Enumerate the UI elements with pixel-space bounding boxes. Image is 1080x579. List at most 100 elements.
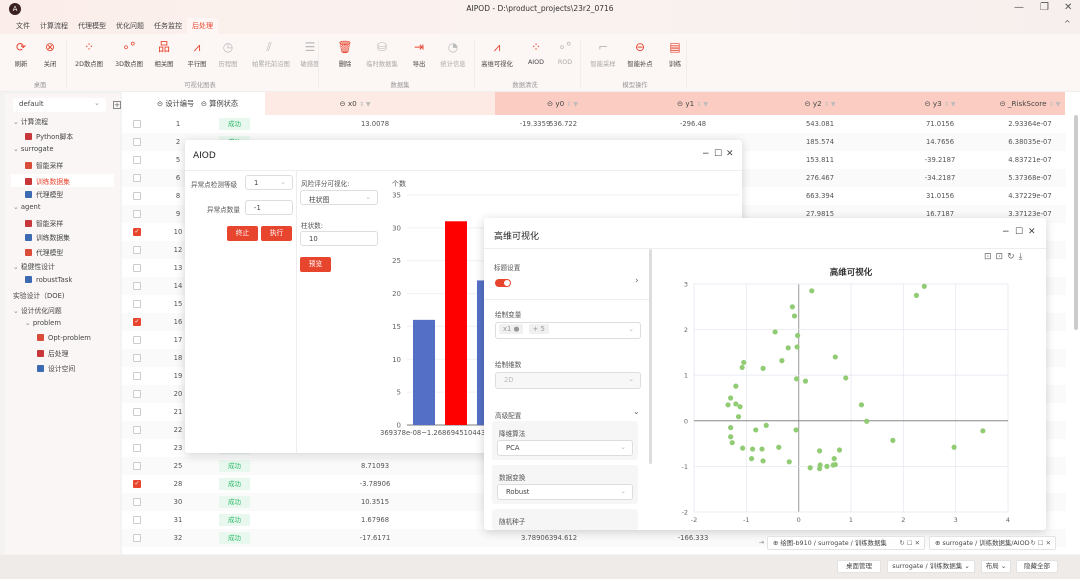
row-checkbox[interactable]: ✓ — [133, 228, 141, 236]
tree-item[interactable]: 后处理 — [37, 348, 68, 358]
zoom-reset-icon[interactable]: ⊡ — [996, 252, 1008, 262]
scatter2d-button[interactable]: ⁘ 2D散点图 — [72, 40, 106, 68]
count-input[interactable]: -1 — [245, 200, 293, 215]
dims-select[interactable]: 2D ⌄ — [495, 372, 641, 389]
menu-optimization[interactable]: 优化问题 — [116, 21, 144, 31]
collapse-tabs-icon[interactable]: ⇥ — [759, 539, 764, 546]
tree-item[interactable]: 智能采样 — [25, 160, 63, 170]
row-checkbox[interactable] — [133, 300, 141, 308]
parallel-button[interactable]: ⩘ 平行图 — [180, 40, 214, 68]
sort-icon[interactable]: ⇕ ▼ — [359, 101, 371, 108]
minimize-icon[interactable]: − — [702, 149, 710, 159]
bins-input[interactable]: 10 — [300, 231, 378, 246]
tree-item[interactable]: 智能采样 — [25, 218, 63, 228]
expand-chevron-icon[interactable]: ⌄ — [13, 118, 21, 126]
menu-workflow[interactable]: 计算流程 — [40, 21, 68, 31]
menu-surrogate[interactable]: 代理模型 — [78, 21, 106, 31]
correlation-button[interactable]: 品相关图 — [147, 40, 181, 68]
tree-item[interactable]: robustTask — [25, 275, 72, 284]
tree-item[interactable]: ⌄ agent — [13, 203, 41, 211]
window-tab-aiod[interactable]: ⊕ surrogate / 训练数据集/AIOD ↻ ☐ ✕ — [929, 536, 1056, 550]
tree-item[interactable]: ⌄ 稳健性设计 — [13, 261, 55, 271]
row-checkbox[interactable] — [133, 336, 141, 344]
maximize-button[interactable]: ❐ — [1040, 2, 1049, 13]
close-button[interactable]: ⊗ 关闭 — [33, 40, 67, 68]
config-scrollbar[interactable] — [649, 249, 652, 464]
row-checkbox[interactable] — [133, 390, 141, 398]
tree-item[interactable]: Python脚本 — [25, 131, 73, 141]
tree-item[interactable]: 训练数据集 — [11, 174, 114, 187]
expand-chevron-icon[interactable]: ⌄ — [13, 263, 21, 271]
pareto-button[interactable]: ⫽ 帕累托前沿图 — [252, 40, 290, 68]
chevron-down-icon[interactable]: ⌄ — [633, 407, 640, 416]
statistics-button[interactable]: ◔ 统计信息 — [436, 40, 470, 68]
hd-visual-button[interactable]: ⩘ 高维可视化 — [480, 40, 514, 68]
col-header-x0[interactable]: ⊝ x0 ⇕ ▼ — [265, 92, 445, 115]
row-checkbox[interactable] — [133, 282, 141, 290]
row-checkbox[interactable]: ✓ — [133, 318, 141, 326]
export-button[interactable]: ⇥ 导出 — [402, 40, 436, 68]
close-icon[interactable]: ✕ — [726, 149, 734, 159]
restore-icon[interactable]: ↻ — [1007, 252, 1019, 262]
tree-item[interactable]: 训练数据集 — [25, 232, 70, 242]
maximize-icon[interactable]: ☐ — [1015, 227, 1023, 237]
row-checkbox[interactable] — [133, 462, 141, 470]
delete-button[interactable]: 🗑 删除 — [328, 40, 362, 68]
project-select[interactable]: default ⌄ — [13, 98, 106, 112]
row-checkbox[interactable] — [133, 354, 141, 362]
tree-item[interactable]: 设计空间 — [37, 363, 75, 373]
vars-select[interactable]: x1 ● + 5 ⌄ — [495, 322, 641, 339]
row-checkbox[interactable] — [133, 408, 141, 416]
rod-button[interactable]: ∘° ROD — [548, 40, 582, 66]
row-checkbox[interactable] — [133, 156, 141, 164]
viz-select[interactable]: 柱状图 ⌄ — [300, 190, 378, 205]
desktop-manager-button[interactable]: 桌面管理 — [837, 560, 881, 573]
smart-fill-button[interactable]: ⊖ 智能补点 — [623, 40, 657, 68]
scatter3d-button[interactable]: ∘° 3D散点图 — [112, 40, 146, 68]
expand-chevron-icon[interactable]: ⌄ — [13, 145, 21, 153]
close-window-button[interactable]: ✕ — [1064, 2, 1072, 13]
menu-postprocess[interactable]: 后处理 — [187, 18, 218, 34]
tab-controls-icon[interactable]: ↻ ☐ ✕ — [899, 537, 920, 549]
tree-item[interactable]: ⌄ problem — [25, 319, 61, 327]
row-checkbox[interactable] — [133, 174, 141, 182]
sensitivity-button[interactable]: ☰ 敏感度 — [293, 40, 327, 68]
row-checkbox[interactable] — [133, 498, 141, 506]
row-checkbox[interactable] — [133, 210, 141, 218]
algo-select[interactable]: PCA ⌄ — [497, 440, 633, 456]
expand-chevron-icon[interactable]: ⌄ — [13, 203, 21, 211]
row-checkbox[interactable] — [133, 426, 141, 434]
tree-item[interactable]: 代理模型 — [25, 247, 63, 257]
col-header-y2[interactable]: ⊝ y2 ⇕ ▼ — [755, 92, 885, 115]
row-checkbox[interactable] — [133, 264, 141, 272]
transform-select[interactable]: Robust ⌄ — [497, 484, 633, 500]
tree-item[interactable]: ⌄ surrogate — [13, 145, 54, 153]
zoom-icon[interactable]: ⊡ — [984, 252, 996, 262]
col-header-y0[interactable]: ⊝ y0 ⇕ ▼ — [495, 92, 630, 115]
col-header-id[interactable]: ⊝ 设计编号 ⊝ 算例状态 — [122, 92, 282, 115]
layout-dropdown[interactable]: 布局 ⌄ — [981, 560, 1011, 573]
table-scrollbar[interactable] — [1074, 115, 1078, 330]
chevron-right-icon[interactable]: › — [635, 276, 639, 286]
run-button[interactable]: 执行 — [261, 226, 292, 241]
row-checkbox[interactable] — [133, 246, 141, 254]
minimize-icon[interactable]: − — [1002, 227, 1010, 237]
col-header-y1[interactable]: ⊝ y1 ⇕ ▼ — [630, 92, 755, 115]
tree-item[interactable]: 实验设计（DOE) — [13, 290, 65, 300]
title-toggle[interactable] — [495, 279, 511, 287]
hide-all-button[interactable]: 隐藏全部 — [1016, 560, 1058, 573]
smart-sampling-button[interactable]: ⌐ 智能采样 — [586, 40, 620, 68]
tree-item[interactable]: Opt-problem — [37, 333, 91, 342]
temp-dataset-button[interactable]: ⛁ 临时数据集 — [365, 40, 399, 68]
row-checkbox[interactable] — [133, 516, 141, 524]
expand-chevron-icon[interactable]: ⌄ — [25, 319, 33, 327]
download-icon[interactable]: ⤓ — [1019, 252, 1027, 262]
close-icon[interactable]: ✕ — [1028, 227, 1036, 237]
row-checkbox[interactable] — [133, 120, 141, 128]
window-tab-plot[interactable]: ⊕ 绘图-b910 / surrogate / 训练数据集 ↻ ☐ ✕ — [767, 536, 925, 550]
stop-button[interactable]: 终止 — [227, 226, 258, 241]
menu-file[interactable]: 文件 — [16, 21, 30, 31]
preview-button[interactable]: 预览 — [300, 257, 331, 272]
row-checkbox[interactable]: ✓ — [133, 480, 141, 488]
expand-chevron-icon[interactable]: ⌄ — [13, 307, 21, 315]
